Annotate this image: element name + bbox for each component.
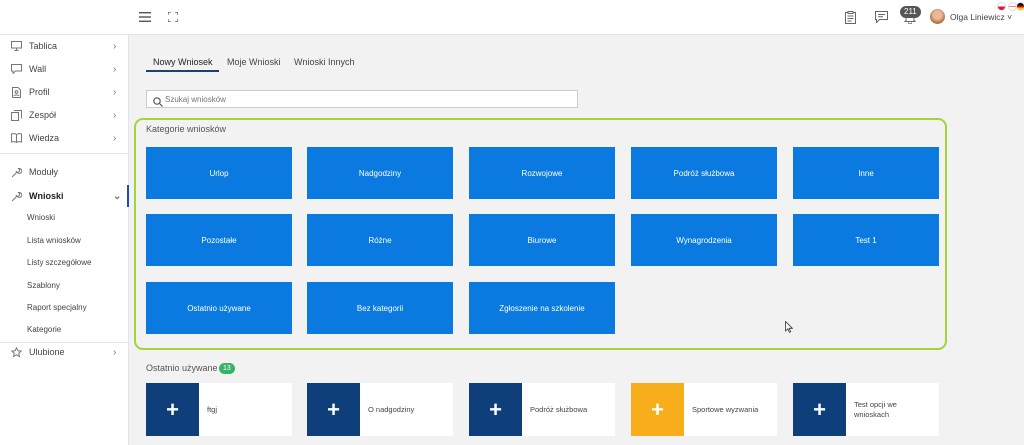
- plus-icon[interactable]: +: [631, 383, 684, 436]
- flag-de-icon[interactable]: [1016, 2, 1024, 11]
- recent-title: Ostatnio używane: [146, 363, 218, 373]
- chevron-right-icon: ›: [113, 40, 117, 52]
- sidebar-item-wiedza[interactable]: Wiedza ›: [0, 127, 129, 149]
- sidebar-subitem-raport-specjalny[interactable]: Raport specjalny: [27, 303, 87, 312]
- category-tile-urlop[interactable]: Urlop: [146, 147, 292, 199]
- categories-title: Kategorie wniosków: [146, 124, 227, 134]
- sidebar-item-wnioski[interactable]: Wnioski ⌄: [0, 185, 129, 207]
- team-icon: [10, 109, 22, 121]
- sidebar-item-ulubione[interactable]: Ulubione ›: [0, 341, 129, 363]
- mouse-cursor-icon: [785, 320, 794, 338]
- category-tile-bez-kategorii[interactable]: Bez kategorii: [307, 282, 453, 334]
- category-tile-rozne[interactable]: Różne: [307, 214, 453, 266]
- recent-card-label: O nadgodziny: [368, 404, 415, 414]
- recent-card-label: Sportowe wyzwania: [692, 404, 759, 414]
- recent-count-badge: 13: [219, 363, 235, 374]
- recent-card[interactable]: + Sportowe wyzwania: [631, 383, 777, 436]
- plus-icon[interactable]: +: [146, 383, 199, 436]
- recent-card-label: Test opcji we wnioskach: [854, 399, 897, 419]
- sidebar-item-label: Tablica: [29, 41, 58, 51]
- recent-card[interactable]: + Podróż służbowa: [469, 383, 615, 436]
- sidebar-item-label: Wiedza: [29, 133, 60, 143]
- category-tile-nadgodziny[interactable]: Nadgodziny: [307, 147, 453, 199]
- category-tile-rozwojowe[interactable]: Rozwojowe: [469, 147, 615, 199]
- avatar[interactable]: [930, 9, 945, 24]
- category-tile-zgloszenie-na-szkolenie[interactable]: Zgłoszenie na szkolenie: [469, 282, 615, 334]
- chevron-right-icon: ›: [113, 132, 117, 144]
- category-tile-biurowe[interactable]: Biurowe: [469, 214, 615, 266]
- chevron-right-icon: ›: [113, 86, 117, 98]
- sidebar-subitem-lista-wnioskow[interactable]: Lista wniosków: [27, 236, 81, 245]
- chevron-right-icon: ›: [113, 346, 117, 358]
- sidebar-item-label: Wall: [29, 64, 47, 74]
- sidebar-subitem-kategorie[interactable]: Kategorie: [27, 325, 61, 334]
- comment-icon: [10, 63, 22, 75]
- chevron-right-icon: ›: [113, 109, 117, 121]
- sidebar-subitem-wnioski[interactable]: Wnioski: [27, 213, 55, 222]
- clipboard-icon[interactable]: [842, 9, 858, 25]
- category-tile-podroz-sluzbowa[interactable]: Podróż służbowa: [631, 147, 777, 199]
- category-tile-pozostale[interactable]: Pozostałe: [146, 214, 292, 266]
- sidebar-item-zespol[interactable]: Zespół ›: [0, 104, 129, 126]
- plus-icon[interactable]: +: [469, 383, 522, 436]
- search-icon: [153, 94, 163, 112]
- sidebar-subitem-szablony[interactable]: Szablony: [27, 281, 60, 290]
- sidebar-item-label: Wnioski: [29, 191, 64, 201]
- chevron-down-icon: ⌄: [113, 190, 122, 202]
- recent-card[interactable]: + ftgj: [146, 383, 292, 436]
- expand-icon[interactable]: [165, 9, 181, 25]
- tab-nowy-wniosek[interactable]: Nowy Wniosek: [153, 57, 213, 67]
- menu-icon[interactable]: [137, 9, 153, 25]
- sidebar-item-label: Moduły: [29, 167, 59, 177]
- active-tab-indicator: [146, 70, 219, 72]
- top-bar: 211 Olga Liniewicz ˅: [0, 0, 1024, 35]
- divider: [0, 153, 128, 154]
- plus-icon[interactable]: +: [307, 383, 360, 436]
- star-icon: [10, 346, 22, 358]
- sidebar-item-moduly[interactable]: Moduły: [0, 161, 129, 183]
- sidebar-item-label: Ulubione: [29, 347, 65, 357]
- book-icon: [10, 132, 22, 144]
- user-name[interactable]: Olga Liniewicz ˅: [950, 12, 1012, 22]
- tab-wnioski-innych[interactable]: Wnioski Innych: [294, 57, 355, 67]
- category-tile-wynagrodzenia[interactable]: Wynagrodzenia: [631, 214, 777, 266]
- sidebar-item-label: Profil: [29, 87, 50, 97]
- sidebar-subitem-listy-szczegolowe[interactable]: Listy szczegółowe: [27, 258, 91, 267]
- category-tile-inne[interactable]: Inne: [793, 147, 939, 199]
- monitor-icon: [10, 40, 22, 52]
- flag-pl-icon[interactable]: [997, 2, 1006, 11]
- sidebar: Tablica › Wall › Profil › Zespół › Wiedz…: [0, 35, 129, 445]
- search-box: [146, 90, 578, 108]
- wrench-icon: [10, 190, 22, 202]
- sidebar-item-label: Zespół: [29, 110, 57, 120]
- wrench-icon: [10, 166, 22, 178]
- recent-card[interactable]: + O nadgodziny: [307, 383, 453, 436]
- profile-icon: [10, 86, 22, 98]
- category-tile-ostatnio-uzywane[interactable]: Ostatnio używane: [146, 282, 292, 334]
- sidebar-item-tablica[interactable]: Tablica ›: [0, 35, 129, 57]
- chat-icon[interactable]: [873, 9, 889, 25]
- sidebar-item-profil[interactable]: Profil ›: [0, 81, 129, 103]
- sidebar-item-wall[interactable]: Wall ›: [0, 58, 129, 80]
- recent-card-label: Podróż służbowa: [530, 404, 588, 414]
- tab-moje-wnioski[interactable]: Moje Wnioski: [227, 57, 281, 67]
- search-input[interactable]: [165, 93, 565, 105]
- category-tile-test-1[interactable]: Test 1: [793, 214, 939, 266]
- plus-icon[interactable]: +: [793, 383, 846, 436]
- chevron-right-icon: ›: [113, 63, 117, 75]
- notification-badge: 211: [900, 6, 921, 18]
- recent-card[interactable]: + Test opcji we wnioskach: [793, 383, 939, 436]
- recent-card-label: ftgj: [207, 404, 218, 414]
